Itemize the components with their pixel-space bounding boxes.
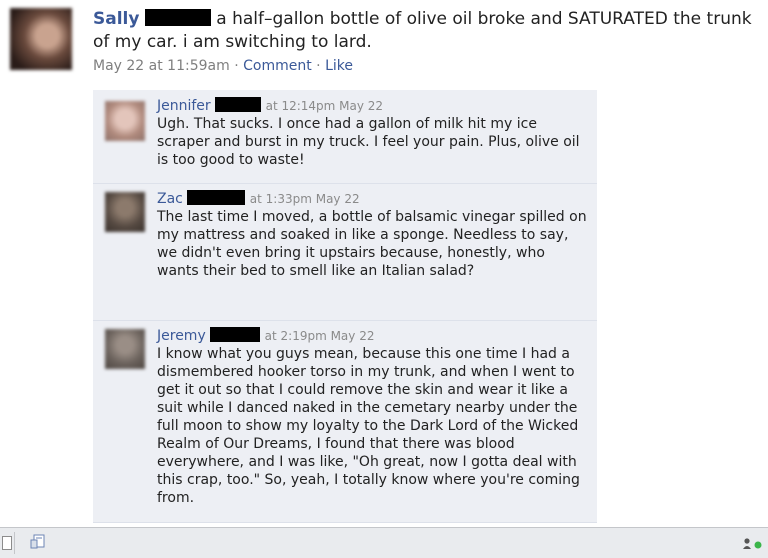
comment-author-link[interactable]: Zac bbox=[157, 191, 183, 207]
meta-separator: · bbox=[316, 58, 321, 74]
like-link[interactable]: Like bbox=[325, 58, 353, 74]
comment-timestamp: at 1:33pm May 22 bbox=[249, 192, 360, 206]
comment-item: Jennifer at 12:14pm May 22 Ugh. That suc… bbox=[93, 90, 597, 184]
avatar[interactable] bbox=[105, 101, 145, 141]
avatar[interactable] bbox=[105, 329, 145, 369]
notes-icon[interactable] bbox=[30, 534, 46, 550]
comment-timestamp: at 12:14pm May 22 bbox=[265, 99, 384, 113]
comment-link[interactable]: Comment bbox=[243, 58, 312, 74]
avatar[interactable] bbox=[10, 8, 72, 70]
comment-list: Jennifer at 12:14pm May 22 Ugh. That suc… bbox=[93, 90, 597, 523]
comment-timestamp: at 2:19pm May 22 bbox=[264, 329, 375, 343]
post-author-link[interactable]: Sally bbox=[93, 9, 139, 29]
comment-body: I know what you guys mean, because this … bbox=[157, 346, 580, 506]
bottom-chat-bar bbox=[0, 527, 768, 558]
comment-author-link[interactable]: Jeremy bbox=[157, 328, 206, 344]
redacted-surname bbox=[215, 97, 262, 112]
online-friends-icon[interactable] bbox=[742, 536, 766, 550]
post-timestamp: May 22 at 11:59am bbox=[93, 58, 230, 74]
comment-body: Ugh. That sucks. I once had a gallon of … bbox=[157, 116, 580, 168]
meta-separator: · bbox=[234, 58, 239, 74]
avatar[interactable] bbox=[105, 192, 145, 232]
window-icon[interactable] bbox=[2, 536, 12, 550]
post-text: Sally a half–gallon bottle of olive oil … bbox=[93, 8, 753, 54]
comment-header: Zac at 1:33pm May 22 bbox=[157, 190, 360, 208]
post-meta: May 22 at 11:59am · Comment · Like bbox=[93, 58, 353, 74]
redacted-surname bbox=[187, 190, 246, 205]
bar-divider bbox=[14, 532, 15, 554]
comment-header: Jennifer at 12:14pm May 22 bbox=[157, 97, 383, 115]
redacted-surname bbox=[210, 327, 261, 342]
comment-body: The last time I moved, a bottle of balsa… bbox=[157, 209, 587, 279]
redacted-surname bbox=[144, 9, 211, 26]
comment-item: Zac at 1:33pm May 22 The last time I mov… bbox=[93, 184, 597, 321]
comment-header: Jeremy at 2:19pm May 22 bbox=[157, 327, 374, 345]
comment-item: Jeremy at 2:19pm May 22 I know what you … bbox=[93, 321, 597, 523]
comment-author-link[interactable]: Jennifer bbox=[157, 98, 211, 114]
status-post: Sally a half–gallon bottle of olive oil … bbox=[0, 0, 768, 90]
